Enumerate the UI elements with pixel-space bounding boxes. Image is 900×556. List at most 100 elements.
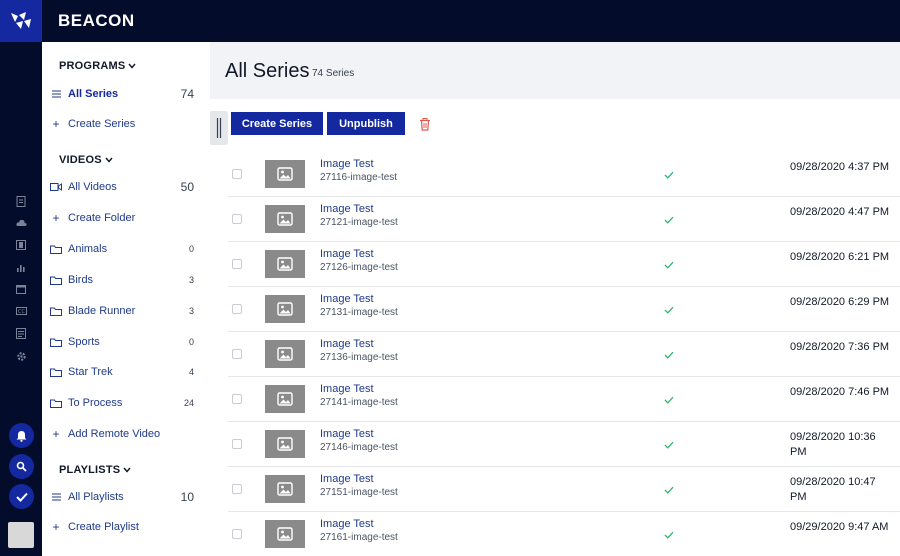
chevron-down-icon — [123, 467, 131, 473]
calendar-icon[interactable] — [14, 282, 28, 296]
series-title[interactable]: Image Test — [320, 293, 374, 305]
thumbnail[interactable] — [265, 160, 305, 188]
create-series-button[interactable]: Create Series — [231, 112, 323, 135]
sidebar-item-label: Animals — [68, 243, 108, 255]
published-check-icon — [664, 391, 676, 404]
bar-chart-icon[interactable] — [14, 260, 28, 274]
film-icon[interactable] — [14, 238, 28, 252]
row-checkbox[interactable] — [232, 439, 242, 449]
series-title[interactable]: Image Test — [320, 203, 374, 215]
sidebar-item-label: Sports — [68, 336, 100, 348]
caption-icon[interactable]: CC — [14, 304, 28, 318]
series-title[interactable]: Image Test — [320, 338, 374, 350]
chevron-down-icon — [128, 63, 136, 69]
search-button[interactable] — [9, 454, 34, 479]
avatar[interactable] — [8, 522, 34, 548]
gear-icon[interactable] — [14, 349, 28, 363]
thumbnail[interactable] — [265, 250, 305, 278]
series-title[interactable]: Image Test — [320, 383, 374, 395]
series-slug: 27131-image-test — [320, 307, 398, 318]
table-row[interactable]: Image Test 27146-image-test 09/28/2020 10:… — [228, 422, 900, 467]
sidebar-resize-handle[interactable] — [210, 111, 228, 145]
created-date: 09/28/2020 6:21 PM — [790, 251, 890, 263]
list-document-icon[interactable] — [14, 326, 28, 340]
chevron-down-icon — [105, 157, 113, 163]
beacon-logo-icon — [11, 12, 31, 29]
sidebar: PROGRAMS All Series 74 + Create Series V… — [42, 42, 210, 556]
series-slug: 27126-image-test — [320, 262, 398, 273]
table-row[interactable]: Image Test 27121-image-test 09/28/2020 4:4… — [228, 197, 900, 242]
table-row[interactable]: Image Test 27136-image-test 09/28/2020 7:3… — [228, 332, 900, 377]
thumbnail[interactable] — [265, 520, 305, 548]
sidebar-item-folder-animals[interactable]: Animals 0 — [46, 239, 194, 259]
image-placeholder-icon — [277, 527, 293, 541]
row-checkbox[interactable] — [232, 169, 242, 179]
playlists-section-toggle[interactable]: PLAYLISTS — [59, 464, 131, 476]
logo[interactable] — [0, 0, 42, 42]
series-title[interactable]: Image Test — [320, 473, 374, 485]
row-checkbox[interactable] — [232, 304, 242, 314]
programs-section-toggle[interactable]: PROGRAMS — [59, 60, 136, 72]
folder-icon — [46, 307, 66, 316]
trash-icon — [420, 118, 430, 131]
thumbnail[interactable] — [265, 475, 305, 503]
unpublish-button[interactable]: Unpublish — [327, 112, 405, 135]
table-row[interactable]: Image Test 27151-image-test 09/28/2020 10:… — [228, 467, 900, 512]
sidebar-item-folder-blade-runner[interactable]: Blade Runner 3 — [46, 301, 194, 321]
table-row[interactable]: Image Test 27116-image-test 09/28/2020 4:3… — [228, 152, 900, 197]
sidebar-item-create-playlist[interactable]: + Create Playlist — [46, 517, 194, 537]
videos-section-toggle[interactable]: VIDEOS — [59, 154, 113, 166]
sidebar-item-create-folder[interactable]: + Create Folder — [46, 208, 194, 228]
sidebar-item-all-videos[interactable]: All Videos 50 — [46, 177, 194, 197]
image-placeholder-icon — [277, 167, 293, 181]
thumbnail[interactable] — [265, 430, 305, 458]
folder-icon — [46, 399, 66, 408]
sidebar-item-add-remote-video[interactable]: + Add Remote Video — [46, 424, 194, 444]
series-title[interactable]: Image Test — [320, 518, 374, 530]
page-header: All Series 74 Series — [210, 42, 900, 99]
sidebar-item-label: All Videos — [68, 181, 117, 193]
tasks-button[interactable] — [9, 484, 34, 509]
published-check-icon — [664, 211, 676, 224]
delete-button[interactable] — [419, 118, 433, 132]
image-placeholder-icon — [277, 212, 293, 226]
series-title[interactable]: Image Test — [320, 158, 374, 170]
series-title[interactable]: Image Test — [320, 248, 374, 260]
sidebar-item-count: 3 — [188, 275, 194, 285]
checkmark-icon — [15, 492, 28, 502]
row-checkbox[interactable] — [232, 529, 242, 539]
row-checkbox[interactable] — [232, 484, 242, 494]
thumbnail[interactable] — [265, 295, 305, 323]
thumbnail[interactable] — [265, 205, 305, 233]
page-title: All Series — [225, 60, 310, 82]
thumbnail[interactable] — [265, 385, 305, 413]
table-row[interactable]: Image Test 27131-image-test 09/28/2020 6:2… — [228, 287, 900, 332]
notifications-button[interactable] — [9, 423, 34, 448]
image-placeholder-icon — [277, 482, 293, 496]
table-row[interactable]: Image Test 27141-image-test 09/28/2020 7:4… — [228, 377, 900, 422]
sidebar-item-folder-star-trek[interactable]: Star Trek 4 — [46, 362, 194, 382]
row-checkbox[interactable] — [232, 214, 242, 224]
row-checkbox[interactable] — [232, 259, 242, 269]
image-placeholder-icon — [277, 392, 293, 406]
table-row[interactable]: Image Test 27126-image-test 09/28/2020 6:2… — [228, 242, 900, 287]
cloud-icon[interactable] — [14, 216, 28, 230]
sidebar-item-folder-to-process[interactable]: To Process 24 — [46, 393, 194, 413]
sidebar-item-label: Blade Runner — [68, 305, 136, 317]
sidebar-item-all-series[interactable]: All Series 74 — [46, 84, 194, 104]
created-date: 09/28/2020 4:47 PM — [790, 206, 890, 218]
document-icon[interactable] — [14, 194, 28, 208]
series-title[interactable]: Image Test — [320, 428, 374, 440]
published-check-icon — [664, 166, 676, 179]
row-checkbox[interactable] — [232, 394, 242, 404]
created-date: 09/28/2020 6:29 PM — [790, 296, 890, 308]
series-slug: 27116-image-test — [320, 172, 398, 183]
sidebar-item-folder-birds[interactable]: Birds 3 — [46, 270, 194, 290]
sidebar-item-folder-sports[interactable]: Sports 0 — [46, 332, 194, 352]
row-checkbox[interactable] — [232, 349, 242, 359]
thumbnail[interactable] — [265, 340, 305, 368]
sidebar-item-all-playlists[interactable]: All Playlists 10 — [46, 487, 194, 507]
table-row[interactable]: Image Test 27161-image-test 09/29/2020 9:4… — [228, 512, 900, 556]
published-check-icon — [664, 436, 676, 449]
sidebar-item-create-series[interactable]: + Create Series — [46, 114, 194, 134]
